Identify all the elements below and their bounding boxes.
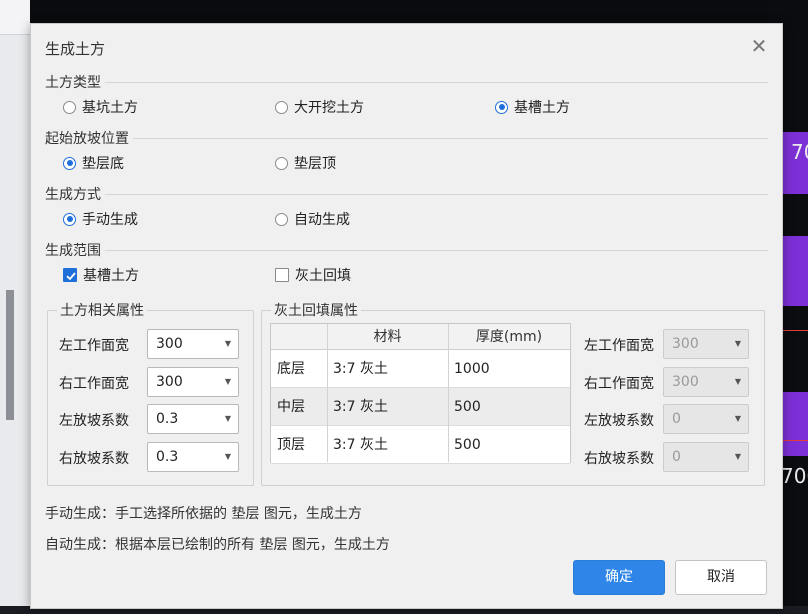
radio-cushion-bottom[interactable]: 垫层底 (63, 153, 124, 173)
right-work-width-label: 右工作面宽 (59, 376, 129, 392)
select-value: 300 (156, 336, 183, 352)
radio-label: 手动生成 (82, 212, 138, 228)
section-divider (45, 138, 768, 139)
table-header-thickness: 厚度(mm) (448, 324, 570, 350)
canvas-dimension-label: 700 (781, 464, 808, 488)
radio-label: 大开挖土方 (294, 100, 364, 116)
table-cell-thickness[interactable]: 500 (448, 426, 570, 464)
lime-right-work-width-select[interactable]: 300 ▼ (663, 367, 749, 397)
select-value: 0 (672, 449, 681, 465)
left-work-width-select[interactable]: 300 ▼ (147, 329, 239, 359)
lime-layers-table: 材料 厚度(mm) 底层 3:7 灰土 1000 中层 3:7 灰土 500 顶… (270, 323, 571, 464)
table-header-material: 材料 (327, 324, 448, 350)
section-title-slope-position: 起始放坡位置 (45, 128, 133, 148)
radio-button[interactable] (63, 156, 76, 170)
lime-right-slope-coef-label: 右放坡系数 (584, 451, 654, 467)
table-cell-thickness[interactable]: 500 (448, 388, 570, 426)
chevron-down-icon: ▼ (734, 414, 741, 423)
lime-left-slope-coef-select[interactable]: 0 ▼ (663, 404, 749, 434)
lime-right-work-width-label: 右工作面宽 (584, 376, 654, 392)
hint-auto: 自动生成：根据本层已绘制的所有 垫层 图元，生成土方 (45, 537, 390, 553)
table-row-label: 中层 (271, 388, 327, 426)
left-work-width-label: 左工作面宽 (59, 338, 129, 354)
radio-label: 垫层底 (82, 156, 124, 172)
radio-trench-earthwork[interactable]: 基槽土方 (495, 97, 570, 117)
select-value: 300 (156, 374, 183, 390)
checkbox[interactable] (275, 268, 289, 282)
lime-left-slope-coef-label: 左放坡系数 (584, 413, 654, 429)
table-cell-material[interactable]: 3:7 灰土 (327, 388, 448, 426)
table-cell-thickness[interactable]: 1000 (448, 350, 570, 388)
radio-button[interactable] (495, 100, 508, 114)
radio-label: 垫层顶 (294, 156, 336, 172)
right-work-width-select[interactable]: 300 ▼ (147, 367, 239, 397)
section-title-generate-scope: 生成范围 (45, 240, 105, 260)
chevron-down-icon: ▼ (734, 452, 741, 461)
radio-label: 自动生成 (294, 212, 350, 228)
select-value: 0 (672, 411, 681, 427)
checkbox-label: 基槽土方 (83, 268, 139, 284)
radio-button[interactable] (275, 100, 288, 114)
select-value: 0.3 (156, 411, 179, 427)
cancel-button[interactable]: 取消 (675, 560, 767, 595)
radio-open-excavation[interactable]: 大开挖土方 (275, 97, 364, 117)
generate-earthwork-dialog: 生成土方 ✕ 土方类型 基坑土方 大开挖土方 基槽土方 起始放坡位置 垫层底 垫… (30, 23, 783, 609)
table-row-label: 顶层 (271, 426, 327, 464)
earth-props-title: 土方相关属性 (57, 300, 147, 320)
hint-manual: 手动生成：手工选择所依据的 垫层 图元，生成土方 (45, 506, 362, 522)
radio-label: 基坑土方 (82, 100, 138, 116)
chevron-down-icon: ▼ (224, 377, 231, 386)
table-divider (448, 324, 449, 462)
table-header-corner (271, 324, 327, 350)
radio-button[interactable] (275, 156, 288, 170)
select-value: 0.3 (156, 449, 179, 465)
ok-button[interactable]: 确定 (573, 560, 665, 595)
section-divider (45, 82, 768, 83)
radio-button[interactable] (275, 212, 288, 226)
dialog-title: 生成土方 (45, 40, 106, 58)
radio-manual-generate[interactable]: 手动生成 (63, 209, 138, 229)
section-title-generate-method: 生成方式 (45, 184, 105, 204)
checkbox-trench-earthwork[interactable]: 基槽土方 (63, 265, 139, 285)
radio-auto-generate[interactable]: 自动生成 (275, 209, 350, 229)
canvas-shape (781, 236, 808, 306)
checkbox[interactable] (63, 268, 77, 282)
select-value: 300 (672, 336, 699, 352)
lime-left-work-width-select[interactable]: 300 ▼ (663, 329, 749, 359)
chevron-down-icon: ▼ (734, 377, 741, 386)
chevron-down-icon: ▼ (224, 339, 231, 348)
left-panel-header (0, 0, 30, 35)
check-icon (66, 272, 76, 281)
checkbox-label: 灰土回填 (295, 268, 351, 284)
canvas-shape (781, 392, 808, 456)
canvas-dimension-label: 70 (791, 140, 808, 164)
left-panel-background (0, 0, 30, 614)
chevron-down-icon: ▼ (734, 339, 741, 348)
radio-pit-earthwork[interactable]: 基坑土方 (63, 97, 138, 117)
table-divider (327, 324, 328, 462)
section-title-earthwork-type: 土方类型 (45, 72, 105, 92)
table-cell-material[interactable]: 3:7 灰土 (327, 426, 448, 464)
section-divider (45, 250, 768, 251)
left-panel-scrollbar[interactable] (6, 290, 14, 420)
radio-button[interactable] (63, 100, 76, 114)
left-slope-coef-select[interactable]: 0.3 ▼ (147, 404, 239, 434)
lime-left-work-width-label: 左工作面宽 (584, 338, 654, 354)
close-icon[interactable]: ✕ (750, 36, 768, 56)
left-slope-coef-label: 左放坡系数 (59, 413, 129, 429)
section-divider (45, 194, 768, 195)
chevron-down-icon: ▼ (224, 452, 231, 461)
chevron-down-icon: ▼ (224, 414, 231, 423)
radio-button[interactable] (63, 212, 76, 226)
lime-props-title: 灰土回填属性 (271, 300, 361, 320)
table-cell-material[interactable]: 3:7 灰土 (327, 350, 448, 388)
radio-label: 基槽土方 (514, 100, 570, 116)
table-row-label: 底层 (271, 350, 327, 388)
lime-right-slope-coef-select[interactable]: 0 ▼ (663, 442, 749, 472)
right-slope-coef-label: 右放坡系数 (59, 451, 129, 467)
radio-cushion-top[interactable]: 垫层顶 (275, 153, 336, 173)
select-value: 300 (672, 374, 699, 390)
right-slope-coef-select[interactable]: 0.3 ▼ (147, 442, 239, 472)
checkbox-lime-backfill[interactable]: 灰土回填 (275, 265, 351, 285)
